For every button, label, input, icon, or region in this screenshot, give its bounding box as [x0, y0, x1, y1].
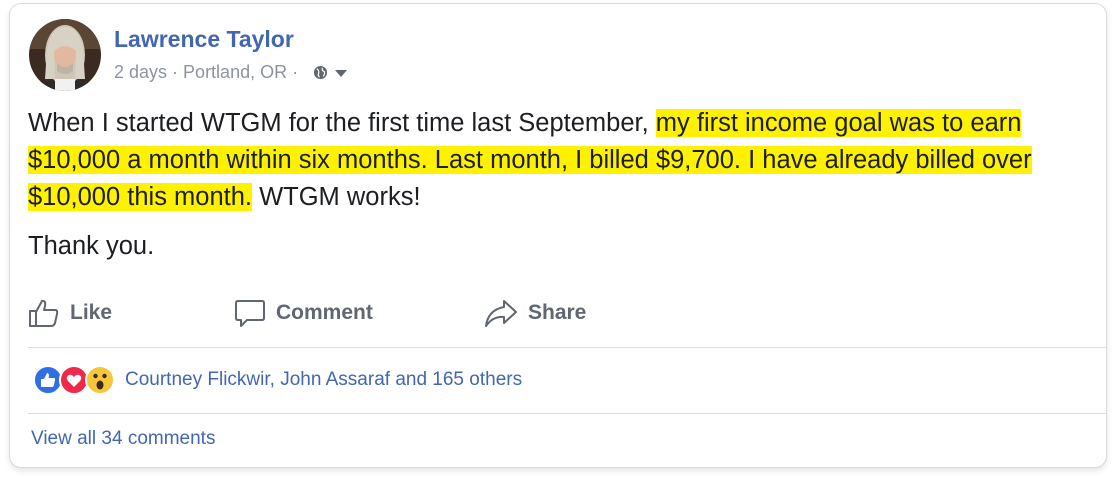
- post-time[interactable]: 2 days: [114, 62, 167, 83]
- globe-icon[interactable]: [313, 65, 328, 80]
- author-name[interactable]: Lawrence Taylor: [114, 26, 294, 53]
- post-body: When I started WTGM for the first time l…: [28, 105, 1093, 216]
- reactions-text[interactable]: Courtney Flickwir, John Assaraf and 165 …: [125, 369, 522, 391]
- wow-reaction-icon: [85, 365, 115, 395]
- like-label: Like: [70, 301, 113, 324]
- post-meta: 2 days · Portland, OR ·: [114, 62, 348, 83]
- comment-label: Comment: [276, 301, 373, 324]
- divider: [28, 413, 1106, 414]
- like-button[interactable]: Like: [28, 291, 112, 335]
- share-button[interactable]: Share: [484, 291, 586, 335]
- share-icon: [485, 300, 517, 327]
- action-bar: Like Comment Share: [28, 291, 1108, 335]
- meta-separator: ·: [292, 62, 299, 82]
- share-label: Share: [528, 301, 587, 324]
- post-text-thanks: Thank you.: [28, 232, 155, 260]
- divider: [28, 347, 1106, 348]
- post-card: Lawrence Taylor 2 days · Portland, OR · …: [9, 3, 1107, 468]
- comment-button[interactable]: Comment: [234, 291, 373, 335]
- reaction-icons: [33, 365, 117, 395]
- post-location[interactable]: Portland, OR: [183, 62, 287, 83]
- meta-separator: ·: [172, 62, 179, 82]
- post-text-plain: When I started WTGM for the first time l…: [28, 109, 656, 137]
- chevron-down-icon[interactable]: [334, 68, 348, 78]
- view-all-comments-link[interactable]: View all 34 comments: [31, 428, 215, 450]
- avatar[interactable]: [29, 19, 101, 91]
- thumbs-up-icon: [29, 299, 59, 327]
- comment-icon: [235, 300, 265, 327]
- post-text-plain: WTGM works!: [251, 183, 421, 211]
- reactions-summary[interactable]: Courtney Flickwir, John Assaraf and 165 …: [33, 365, 522, 395]
